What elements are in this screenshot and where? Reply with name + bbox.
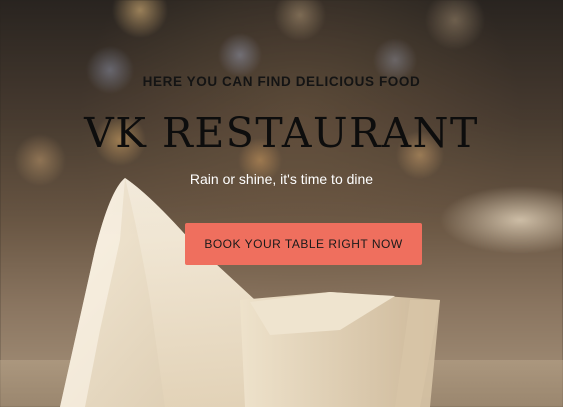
hero-tagline: HERE YOU CAN FIND DELICIOUS FOOD (142, 74, 421, 89)
book-table-button[interactable]: BOOK YOUR TABLE RIGHT NOW (185, 223, 422, 265)
hero-section: HERE YOU CAN FIND DELICIOUS FOOD VK REST… (0, 0, 563, 407)
hero-subtitle: Rain or shine, it's time to dine (189, 171, 374, 187)
restaurant-title: VK RESTAURANT (84, 109, 479, 157)
hero-overlay (0, 0, 563, 407)
